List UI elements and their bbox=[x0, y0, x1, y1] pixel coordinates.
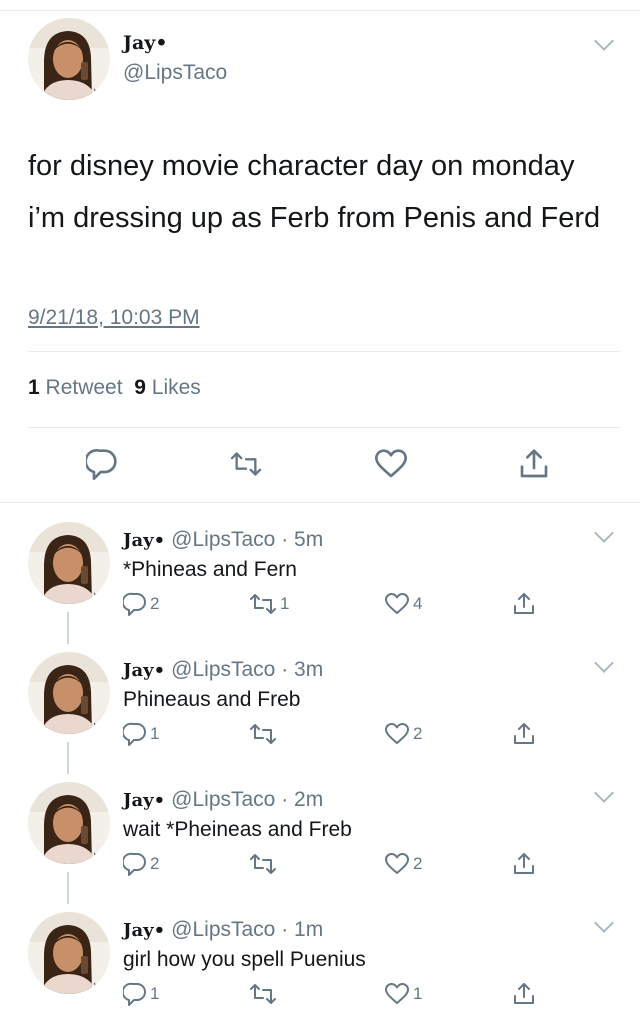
retweet-button[interactable] bbox=[248, 722, 280, 746]
divider bbox=[28, 351, 620, 352]
user-handle[interactable]: @LipsTaco bbox=[123, 61, 227, 85]
reply-count: 2 bbox=[150, 594, 160, 613]
divider bbox=[28, 427, 620, 428]
chevron-down-icon[interactable] bbox=[594, 653, 614, 673]
heart-icon bbox=[385, 723, 409, 744]
share-icon bbox=[514, 723, 534, 744]
reply-count: 1 bbox=[150, 724, 160, 743]
reply-actions: 2 1 4 bbox=[0, 592, 640, 632]
reply-text: Phineaus and Freb bbox=[123, 688, 301, 711]
share-button[interactable] bbox=[518, 448, 550, 485]
like-button[interactable]: 4 bbox=[384, 592, 422, 616]
reply-header: Jay• @LipsTaco · 1m bbox=[123, 918, 323, 942]
like-button[interactable]: 2 bbox=[384, 722, 422, 746]
tweet-stats: 1 Retweet 9 Likes bbox=[28, 376, 201, 400]
share-icon bbox=[514, 853, 534, 874]
retweet-icon bbox=[250, 984, 276, 1004]
retweet-button[interactable] bbox=[248, 982, 280, 1006]
reply-count: 1 bbox=[150, 984, 160, 1003]
retweet-icon bbox=[230, 452, 262, 476]
divider bbox=[0, 502, 640, 503]
retweet-icon bbox=[250, 724, 276, 744]
retweet-button[interactable]: 1 bbox=[248, 592, 289, 616]
display-name[interactable]: Jay• bbox=[123, 530, 165, 551]
reply-actions: 2 2 bbox=[0, 852, 640, 892]
reply-count: 2 bbox=[150, 854, 160, 873]
chevron-down-icon[interactable] bbox=[594, 913, 614, 933]
reply-icon bbox=[84, 449, 117, 480]
retweet-count[interactable]: 1 bbox=[28, 376, 40, 399]
reply-icon bbox=[123, 722, 146, 746]
retweet-button[interactable] bbox=[227, 450, 265, 483]
share-icon bbox=[514, 593, 534, 614]
display-name[interactable]: Jay• bbox=[123, 32, 168, 54]
retweet-icon bbox=[250, 854, 276, 874]
reply-icon bbox=[123, 592, 146, 616]
tweet-timestamp[interactable]: 9/21/18, 10:03 PM bbox=[28, 306, 200, 330]
retweet-count: 1 bbox=[280, 594, 290, 613]
share-icon bbox=[514, 983, 534, 1004]
reply-text: wait *Pheineas and Freb bbox=[123, 818, 352, 841]
like-label[interactable]: Likes bbox=[152, 376, 201, 399]
reply-button[interactable]: 1 bbox=[123, 982, 159, 1006]
like-count: 4 bbox=[413, 594, 423, 613]
reply-header: Jay• @LipsTaco · 3m bbox=[123, 658, 323, 682]
reply-header: Jay• @LipsTaco · 5m bbox=[123, 528, 323, 552]
share-button[interactable] bbox=[512, 852, 536, 876]
share-button[interactable] bbox=[512, 982, 536, 1006]
handle-and-time[interactable]: @LipsTaco · 2m bbox=[171, 788, 323, 811]
like-count: 1 bbox=[413, 984, 423, 1003]
reply-header: Jay• @LipsTaco · 2m bbox=[123, 788, 323, 812]
chevron-down-icon[interactable] bbox=[594, 31, 614, 51]
heart-icon bbox=[385, 593, 409, 614]
handle-and-time[interactable]: @LipsTaco · 1m bbox=[171, 918, 323, 941]
reply-icon bbox=[123, 982, 146, 1006]
tweet-text: for disney movie character day on monday… bbox=[28, 150, 601, 234]
reply-button[interactable]: 2 bbox=[123, 592, 159, 616]
display-name[interactable]: Jay• bbox=[123, 660, 165, 681]
like-count: 2 bbox=[413, 724, 423, 743]
retweet-label[interactable]: Retweet bbox=[46, 376, 123, 399]
like-count: 2 bbox=[413, 854, 423, 873]
top-divider bbox=[0, 10, 640, 11]
reply-text: girl how you spell Puenius bbox=[123, 948, 366, 971]
avatar[interactable] bbox=[28, 18, 110, 100]
handle-and-time[interactable]: @LipsTaco · 3m bbox=[171, 658, 323, 681]
reply-actions: 1 2 bbox=[0, 722, 640, 762]
share-button[interactable] bbox=[512, 592, 536, 616]
retweet-button[interactable] bbox=[248, 852, 280, 876]
like-button[interactable] bbox=[374, 448, 408, 485]
share-icon bbox=[520, 449, 548, 478]
heart-icon bbox=[385, 983, 409, 1004]
reply-button[interactable]: 2 bbox=[123, 852, 159, 876]
retweet-icon bbox=[250, 594, 276, 614]
chevron-down-icon[interactable] bbox=[594, 523, 614, 543]
like-button[interactable]: 1 bbox=[384, 982, 422, 1006]
handle-and-time[interactable]: @LipsTaco · 5m bbox=[171, 528, 323, 551]
like-count[interactable]: 9 bbox=[134, 376, 146, 399]
reply-button[interactable]: 1 bbox=[123, 722, 159, 746]
heart-icon bbox=[385, 853, 409, 874]
chevron-down-icon[interactable] bbox=[594, 783, 614, 803]
heart-icon bbox=[375, 449, 407, 478]
reply-text: *Phineas and Fern bbox=[123, 558, 297, 581]
display-name[interactable]: Jay• bbox=[123, 920, 165, 941]
display-name[interactable]: Jay• bbox=[123, 790, 165, 811]
share-button[interactable] bbox=[512, 722, 536, 746]
reply-actions: 1 1 bbox=[0, 982, 640, 1022]
reply-button[interactable] bbox=[84, 448, 118, 485]
like-button[interactable]: 2 bbox=[384, 852, 422, 876]
reply-icon bbox=[123, 852, 146, 876]
